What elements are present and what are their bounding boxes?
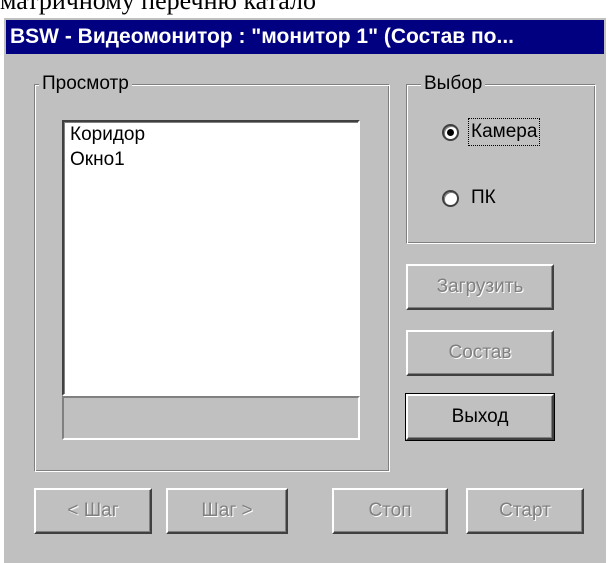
choice-group: Выбор <box>406 72 596 244</box>
view-group-label: Просмотр <box>39 72 132 96</box>
step-forward-button[interactable]: Шаг > <box>166 488 288 534</box>
source-listbox[interactable]: Коридор Окно1 <box>62 120 360 396</box>
radio-camera-label[interactable]: Камера <box>467 118 541 146</box>
compose-button[interactable]: Состав <box>406 330 554 376</box>
start-button[interactable]: Старт <box>466 488 584 534</box>
view-status-field <box>62 396 360 440</box>
list-item[interactable]: Коридор <box>64 122 358 147</box>
load-button[interactable]: Загрузить <box>406 264 554 310</box>
list-item[interactable]: Окно1 <box>64 147 358 172</box>
stop-button[interactable]: Стоп <box>332 488 448 534</box>
radio-unselected-icon[interactable] <box>442 189 459 207</box>
radio-pc-label[interactable]: ПК <box>469 185 498 211</box>
step-back-button[interactable]: < Шаг <box>34 488 152 534</box>
window-title[interactable]: BSW - Видеомонитор : "монитор 1" (Состав… <box>6 20 604 54</box>
exit-button[interactable]: Выход <box>405 393 555 441</box>
radio-camera[interactable]: Камера <box>442 118 541 146</box>
radio-pc[interactable]: ПК <box>442 184 498 212</box>
radio-selected-icon[interactable] <box>442 123 459 141</box>
document-text-fragment: матричному перечню катало <box>0 0 316 15</box>
choice-group-label: Выбор <box>421 72 486 96</box>
